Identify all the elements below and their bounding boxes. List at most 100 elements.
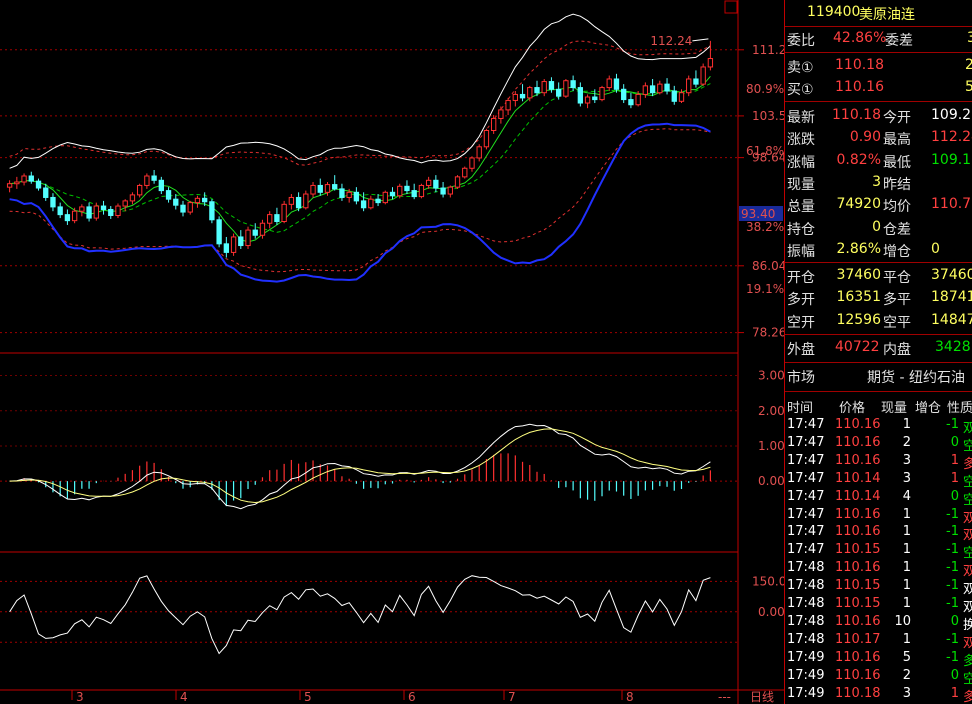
stat-row: 涨跌 0.90最高 112.24 xyxy=(785,127,972,149)
candle-body xyxy=(303,193,309,209)
tick-volume: 2 xyxy=(902,667,911,683)
weicha-label: 委差 xyxy=(885,33,913,49)
tick-volume: 1 xyxy=(902,578,911,594)
tick-time: 17:47 xyxy=(787,488,825,504)
candle-body xyxy=(541,81,547,94)
candle-body xyxy=(440,187,446,195)
candle-body xyxy=(707,58,714,68)
candle-body xyxy=(281,203,287,223)
tick-row[interactable]: 17:47110.1431空开 xyxy=(785,470,972,490)
candle-body xyxy=(165,190,172,200)
price-tick-label: 103.5 xyxy=(752,109,784,123)
candle-body xyxy=(21,175,27,183)
band-lower xyxy=(9,122,711,283)
tick-row[interactable]: 17:47110.1620空换 xyxy=(785,434,972,454)
stat-label: 多平 xyxy=(883,292,911,309)
tick-row[interactable]: 17:49110.165-1多平 xyxy=(785,649,972,669)
divider xyxy=(785,101,972,102)
tick-oi-change: -1 xyxy=(946,506,959,522)
tick-volume: 1 xyxy=(902,560,911,576)
stat-label: 今开 xyxy=(883,110,911,126)
kline-chart[interactable]: 111.2103.598.6486.0478.2680.9%61.8%38.2%… xyxy=(0,0,784,704)
candle-body xyxy=(353,191,360,202)
tick-time: 17:48 xyxy=(787,578,825,594)
candle-body xyxy=(642,85,649,95)
tick-row[interactable]: 17:48110.151-1双平 xyxy=(785,577,972,597)
candle-body xyxy=(115,205,121,216)
stat-value: 18741 xyxy=(931,289,972,306)
candle-body xyxy=(657,83,663,94)
candle-body xyxy=(584,96,591,104)
tick-row[interactable]: 17:47110.161-1双平 xyxy=(785,416,972,436)
tick-header-cell: 价格 xyxy=(839,401,866,416)
candle-body xyxy=(86,206,92,219)
tick-row[interactable]: 17:47110.161-1双平 xyxy=(785,523,972,543)
stat-value: 14847 xyxy=(931,311,972,328)
tick-row[interactable]: 17:49110.1620空换 xyxy=(785,667,972,687)
stat-value: 16351 xyxy=(836,289,881,306)
stat-label: 多开 xyxy=(787,292,815,309)
tick-oi-change: -1 xyxy=(946,560,959,576)
tick-row[interactable]: 17:47110.1440空换 xyxy=(785,488,972,508)
tick-oi-change: -1 xyxy=(946,578,959,594)
stat-label: 现量 xyxy=(787,176,815,193)
tick-time: 17:47 xyxy=(787,524,825,540)
market-value: 期货 - 纽约石油 xyxy=(867,370,965,386)
tick-row[interactable]: 17:48110.151-1双平 xyxy=(785,595,972,615)
divider xyxy=(785,391,972,392)
tick-oi-change: -1 xyxy=(946,417,959,432)
candle-body xyxy=(577,87,584,104)
tick-row[interactable]: 17:47110.151-1空平 xyxy=(785,541,972,561)
tick-time: 17:47 xyxy=(787,470,825,486)
stat-label: 最高 xyxy=(883,132,911,149)
candle-body xyxy=(50,196,56,208)
macd-tick-label: 2.00 xyxy=(758,404,784,418)
divider xyxy=(785,52,972,53)
tick-row[interactable]: 17:47110.1631多开 xyxy=(785,452,972,472)
tick-oi-change: 1 xyxy=(950,470,959,486)
tick-oi-change: -1 xyxy=(946,524,959,540)
symbol-name: 美原油连 xyxy=(859,7,915,23)
candle-body xyxy=(288,196,295,205)
tick-row[interactable]: 17:48110.161-1双平 xyxy=(785,559,972,579)
buy1-row: 买① 110.16 5 xyxy=(785,77,972,99)
tick-nature: 多开 xyxy=(963,686,972,704)
candle-body xyxy=(534,87,540,94)
tick-row[interactable]: 17:49 110.18 3 1多开 xyxy=(785,685,972,704)
candle-body xyxy=(527,87,533,99)
tick-oi-change: 0 xyxy=(950,488,959,504)
stat-row: 振幅 2.86% 增仓 0 xyxy=(785,239,972,261)
sell1-row: 卖① 110.18 2 xyxy=(785,55,972,77)
candle-body xyxy=(238,236,244,247)
candle-body xyxy=(469,157,475,169)
tick-price: 110.16 xyxy=(835,417,881,432)
candle-body xyxy=(375,198,381,204)
tick-row[interactable]: 17:47110.161-1双平 xyxy=(785,506,972,526)
tick-volume: 3 xyxy=(902,470,911,486)
tick-time: 17:48 xyxy=(787,560,825,576)
stat-label: 总量 xyxy=(787,199,815,216)
tick-time: 17:47 xyxy=(787,506,825,522)
chart-area[interactable]: 111.2 103.5 98.64 86.04 78.26 80.9% 61.8% 38.2%… xyxy=(0,0,784,704)
tick-header-cell: 增仓 xyxy=(915,401,942,416)
tick-oi-change: -1 xyxy=(946,596,959,611)
tick-time: 17:47 xyxy=(787,417,825,432)
tick-oi-change: 0 xyxy=(950,667,959,683)
weibi-label: 委比 xyxy=(787,33,815,49)
candle-body xyxy=(519,93,526,99)
tick-volume: 1 xyxy=(902,542,911,558)
candle-body xyxy=(180,204,186,213)
tick-row[interactable]: 17:48110.171-1双平 xyxy=(785,631,972,651)
tick-price: 110.15 xyxy=(835,542,881,558)
buy1-volume: 5 xyxy=(965,79,972,95)
candle-body xyxy=(144,175,150,186)
tick-time: 17:47 xyxy=(787,434,825,450)
symbol-header: 119400 美原油连 xyxy=(785,2,972,24)
pct-tick-label: 61.8% xyxy=(746,144,784,158)
pct-tick-label: 19.1% xyxy=(746,282,784,296)
candle-body xyxy=(332,184,338,190)
date-label: 4 xyxy=(180,690,188,704)
tick-row[interactable]: 17:48110.16100换手 xyxy=(785,613,972,633)
tick-volume: 1 xyxy=(902,524,911,540)
tick-volume: 1 xyxy=(902,631,911,647)
